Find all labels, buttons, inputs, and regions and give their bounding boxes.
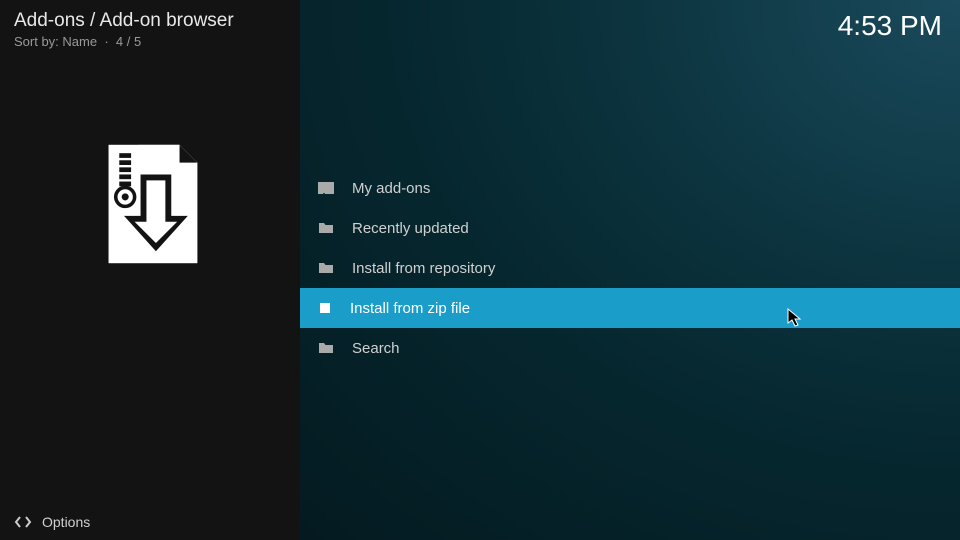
folder-icon <box>318 342 334 354</box>
sidebar: Add-ons / Add-on browser Sort by: Name ·… <box>0 0 300 540</box>
zip-file-download-icon <box>85 139 215 269</box>
breadcrumb: Add-ons / Add-on browser <box>14 10 286 32</box>
folder-icon <box>318 182 334 194</box>
clock: 4:53 PM <box>838 10 942 42</box>
menu-item-my-addons[interactable]: My add-ons <box>300 168 960 208</box>
menu-item-search[interactable]: Search <box>300 328 960 368</box>
menu-list: My add-ons Recently updated Install from… <box>300 168 960 368</box>
menu-item-label: Recently updated <box>352 220 469 237</box>
menu-item-label: Install from repository <box>352 260 495 277</box>
menu-item-install-zip[interactable]: Install from zip file <box>300 288 960 328</box>
menu-item-recently-updated[interactable]: Recently updated <box>300 208 960 248</box>
sort-label: Sort by: Name <box>14 34 97 49</box>
folder-icon <box>318 222 334 234</box>
options-label: Options <box>42 514 90 530</box>
main-content: 4:53 PM My add-ons Recently updated Inst… <box>300 0 960 540</box>
zip-file-icon <box>318 301 332 315</box>
sidebar-icon-area <box>0 49 300 269</box>
sort-line: Sort by: Name · 4 / 5 <box>14 34 286 49</box>
sidebar-header: Add-ons / Add-on browser Sort by: Name ·… <box>0 0 300 49</box>
menu-item-install-repository[interactable]: Install from repository <box>300 248 960 288</box>
position-counter: 4 / 5 <box>116 34 141 49</box>
sidebar-footer[interactable]: Options <box>0 504 300 540</box>
menu-item-label: Search <box>352 340 400 357</box>
menu-item-label: My add-ons <box>352 180 430 197</box>
folder-icon <box>318 262 334 274</box>
menu-item-label: Install from zip file <box>350 300 470 317</box>
options-arrows-icon <box>14 515 32 529</box>
